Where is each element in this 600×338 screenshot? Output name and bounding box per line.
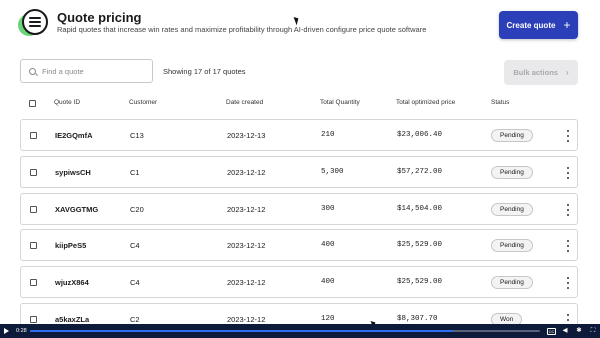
video-controls: 0:28 CC ◀ ✱ ⛶ [0, 324, 600, 338]
status-badge: Pending [491, 129, 533, 142]
row-checkbox[interactable] [30, 206, 37, 213]
status-badge: Pending [491, 203, 533, 216]
captions-icon[interactable]: CC [547, 328, 556, 335]
chevron-right-icon: › [565, 68, 569, 77]
status-badge: Pending [491, 239, 533, 252]
play-icon[interactable] [4, 328, 9, 334]
total-price: $25,529.00 [397, 241, 443, 249]
customer: C2 [130, 315, 140, 324]
volume-icon[interactable]: ◀ [561, 327, 569, 335]
date-created: 2023-12-12 [227, 315, 266, 324]
total-price: $25,529.00 [397, 278, 443, 286]
total-quantity: 300 [321, 205, 335, 213]
table-row[interactable]: IE2GQmfA C13 2023-12-13 210 $23,006.40 P… [20, 119, 578, 151]
total-quantity: 400 [321, 278, 335, 286]
quote-id[interactable]: wjuzX864 [55, 278, 89, 287]
table-header: Quote ID Customer Date created Total Qua… [20, 96, 578, 112]
date-created: 2023-12-12 [227, 241, 266, 250]
page-title: Quote pricing [57, 10, 142, 25]
search-input[interactable] [42, 66, 142, 76]
total-quantity: 210 [321, 131, 335, 139]
date-created: 2023-12-13 [227, 131, 266, 140]
column-header-quote-id[interactable]: Quote ID [54, 99, 80, 106]
hamburger-icon [29, 17, 41, 27]
total-price: $23,006.40 [397, 131, 443, 139]
quote-id[interactable]: kiipPeS5 [55, 241, 86, 250]
video-progress-track[interactable] [30, 330, 540, 332]
customer: C4 [130, 278, 140, 287]
column-header-date-created[interactable]: Date created [226, 99, 263, 106]
customer: C1 [130, 168, 140, 177]
page-header: Quote pricing Rapid quotes that increase… [0, 0, 600, 52]
status-badge: Pending [491, 166, 533, 179]
search-box[interactable] [20, 59, 153, 83]
row-checkbox[interactable] [30, 169, 37, 176]
row-more-icon[interactable] [565, 129, 571, 143]
quote-id[interactable]: a5kaxZLa [55, 315, 89, 324]
column-header-customer[interactable]: Customer [129, 99, 157, 106]
table-row[interactable]: sypiwsCH C1 2023-12-12 5,300 $57,272.00 … [20, 156, 578, 188]
table-row[interactable]: XAVGGTMG C20 2023-12-12 300 $14,504.00 P… [20, 193, 578, 225]
row-checkbox[interactable] [30, 316, 37, 323]
select-all-checkbox[interactable] [29, 100, 36, 107]
results-count: Showing 17 of 17 quotes [163, 67, 246, 76]
quote-id[interactable]: IE2GQmfA [55, 131, 93, 140]
bulk-actions-label: Bulk actions [513, 68, 558, 77]
table-row[interactable]: wjuzX864 C4 2023-12-12 400 $25,529.00 Pe… [20, 266, 578, 298]
settings-icon[interactable]: ✱ [575, 327, 583, 335]
quote-id[interactable]: sypiwsCH [55, 168, 91, 177]
menu-button[interactable] [22, 9, 48, 35]
total-quantity: 5,300 [321, 168, 344, 176]
create-quote-label: Create quote [506, 20, 556, 30]
quote-id[interactable]: XAVGGTMG [55, 205, 98, 214]
video-time: 0:28 [16, 328, 27, 334]
total-quantity: 120 [321, 315, 335, 323]
total-price: $14,504.00 [397, 205, 443, 213]
date-created: 2023-12-12 [227, 278, 266, 287]
plus-icon: + [563, 18, 571, 32]
fullscreen-icon[interactable]: ⛶ [589, 327, 597, 335]
row-more-icon[interactable] [565, 239, 571, 253]
create-quote-button[interactable]: Create quote + [499, 11, 578, 39]
column-header-total-quantity[interactable]: Total Quantity [320, 99, 360, 106]
customer: C20 [130, 205, 144, 214]
row-checkbox[interactable] [30, 242, 37, 249]
column-header-status[interactable]: Status [491, 99, 509, 106]
row-more-icon[interactable] [565, 203, 571, 217]
row-more-icon[interactable] [565, 276, 571, 290]
row-more-icon[interactable] [565, 166, 571, 180]
search-icon [29, 67, 36, 75]
total-price: $57,272.00 [397, 168, 443, 176]
customer: C4 [130, 241, 140, 250]
video-progress-fill [30, 330, 454, 332]
total-price: $8,307.70 [397, 315, 438, 323]
page-subtitle: Rapid quotes that increase win rates and… [57, 25, 427, 34]
row-checkbox[interactable] [30, 132, 37, 139]
date-created: 2023-12-12 [227, 168, 266, 177]
table-row[interactable]: kiipPeS5 C4 2023-12-12 400 $25,529.00 Pe… [20, 229, 578, 261]
customer: C13 [130, 131, 144, 140]
bulk-actions-button[interactable]: Bulk actions › [504, 60, 578, 85]
total-quantity: 400 [321, 241, 335, 249]
column-header-total-price[interactable]: Total optimized price [396, 99, 455, 106]
date-created: 2023-12-12 [227, 205, 266, 214]
status-badge: Pending [491, 276, 533, 289]
row-checkbox[interactable] [30, 279, 37, 286]
